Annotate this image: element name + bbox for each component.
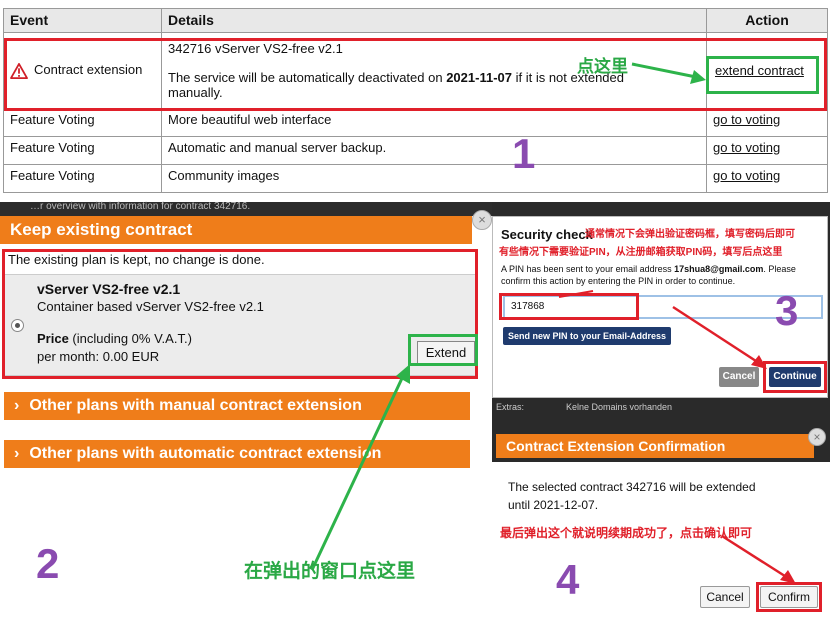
arrow-icon: [310, 364, 410, 571]
chevron-right-icon: ›: [14, 445, 20, 462]
confirmation-message: The selected contract 342716 will be ext…: [508, 480, 756, 512]
confirmation-panel: Extras: Kelne Domains vorhanden Contract…: [492, 398, 830, 623]
background-text: Kelne Domains vorhanden: [566, 402, 673, 412]
background-label: Extras:: [496, 402, 525, 412]
details-cell: Community images: [161, 164, 707, 193]
arrow-icon: [721, 534, 796, 584]
annotation-click-popup: 在弹出的窗口点这里: [244, 561, 416, 582]
event-cell: Feature Voting: [3, 164, 162, 193]
events-panel: Event Details Action Contract extension …: [0, 0, 830, 202]
table-row: Feature Voting More beautiful web interf…: [3, 108, 828, 137]
close-icon[interactable]: ×: [808, 428, 826, 446]
header-action: Action: [706, 8, 828, 33]
annotation-password: 通常情况下会弹出验证密码框，填写密码后即可: [585, 229, 795, 240]
annotation-click-here: 点这里: [577, 57, 628, 76]
details-cell: More beautiful web interface: [161, 108, 707, 137]
step-number: 3: [775, 287, 799, 334]
step-number: 2: [36, 540, 60, 587]
details-cell: Automatic and manual server backup.: [161, 136, 707, 165]
header-event: Event: [3, 8, 162, 33]
security-check-title: Security check: [501, 227, 593, 242]
arrow-icon: [558, 290, 767, 369]
event-cell: Feature Voting: [3, 108, 162, 137]
event-cell: Feature Voting: [3, 136, 162, 165]
keep-contract-header: Keep existing contract: [0, 216, 472, 244]
table-header-row: Event Details Action: [3, 8, 828, 33]
step-number: 4: [556, 556, 580, 603]
table-row: Feature Voting Community images go to vo…: [3, 164, 828, 193]
table-row: Feature Voting Automatic and manual serv…: [3, 136, 828, 165]
security-check-panel: Security check 通常情况下会弹出验证密码框，填写密码后即可 有些情…: [492, 202, 830, 398]
close-icon[interactable]: ×: [472, 210, 492, 230]
step-number: 1: [512, 130, 536, 177]
confirmation-dialog: The selected contract 342716 will be ext…: [492, 462, 830, 623]
annotation-pin: 有些情况下需要验证PIN，从注册邮箱获取PIN码，填写后点这里: [499, 247, 783, 258]
tutorial-collage: Event Details Action Contract extension …: [0, 0, 830, 623]
action-cell: go to voting: [706, 108, 828, 137]
keep-contract-panel: …r overview with information for contrac…: [0, 202, 830, 623]
confirmation-header: Contract Extension Confirmation: [496, 434, 814, 458]
action-cell: go to voting: [706, 164, 828, 193]
header-details: Details: [161, 8, 707, 33]
go-to-voting-link[interactable]: go to voting: [713, 112, 780, 127]
go-to-voting-link[interactable]: go to voting: [713, 140, 780, 155]
action-cell: go to voting: [706, 136, 828, 165]
security-check-dialog: Security check 通常情况下会弹出验证密码框，填写密码后即可 有些情…: [492, 216, 828, 398]
highlight-action-box: [706, 56, 819, 94]
go-to-voting-link[interactable]: go to voting: [713, 168, 780, 183]
arrow-icon: [631, 62, 706, 84]
chevron-right-icon: ›: [14, 397, 20, 414]
